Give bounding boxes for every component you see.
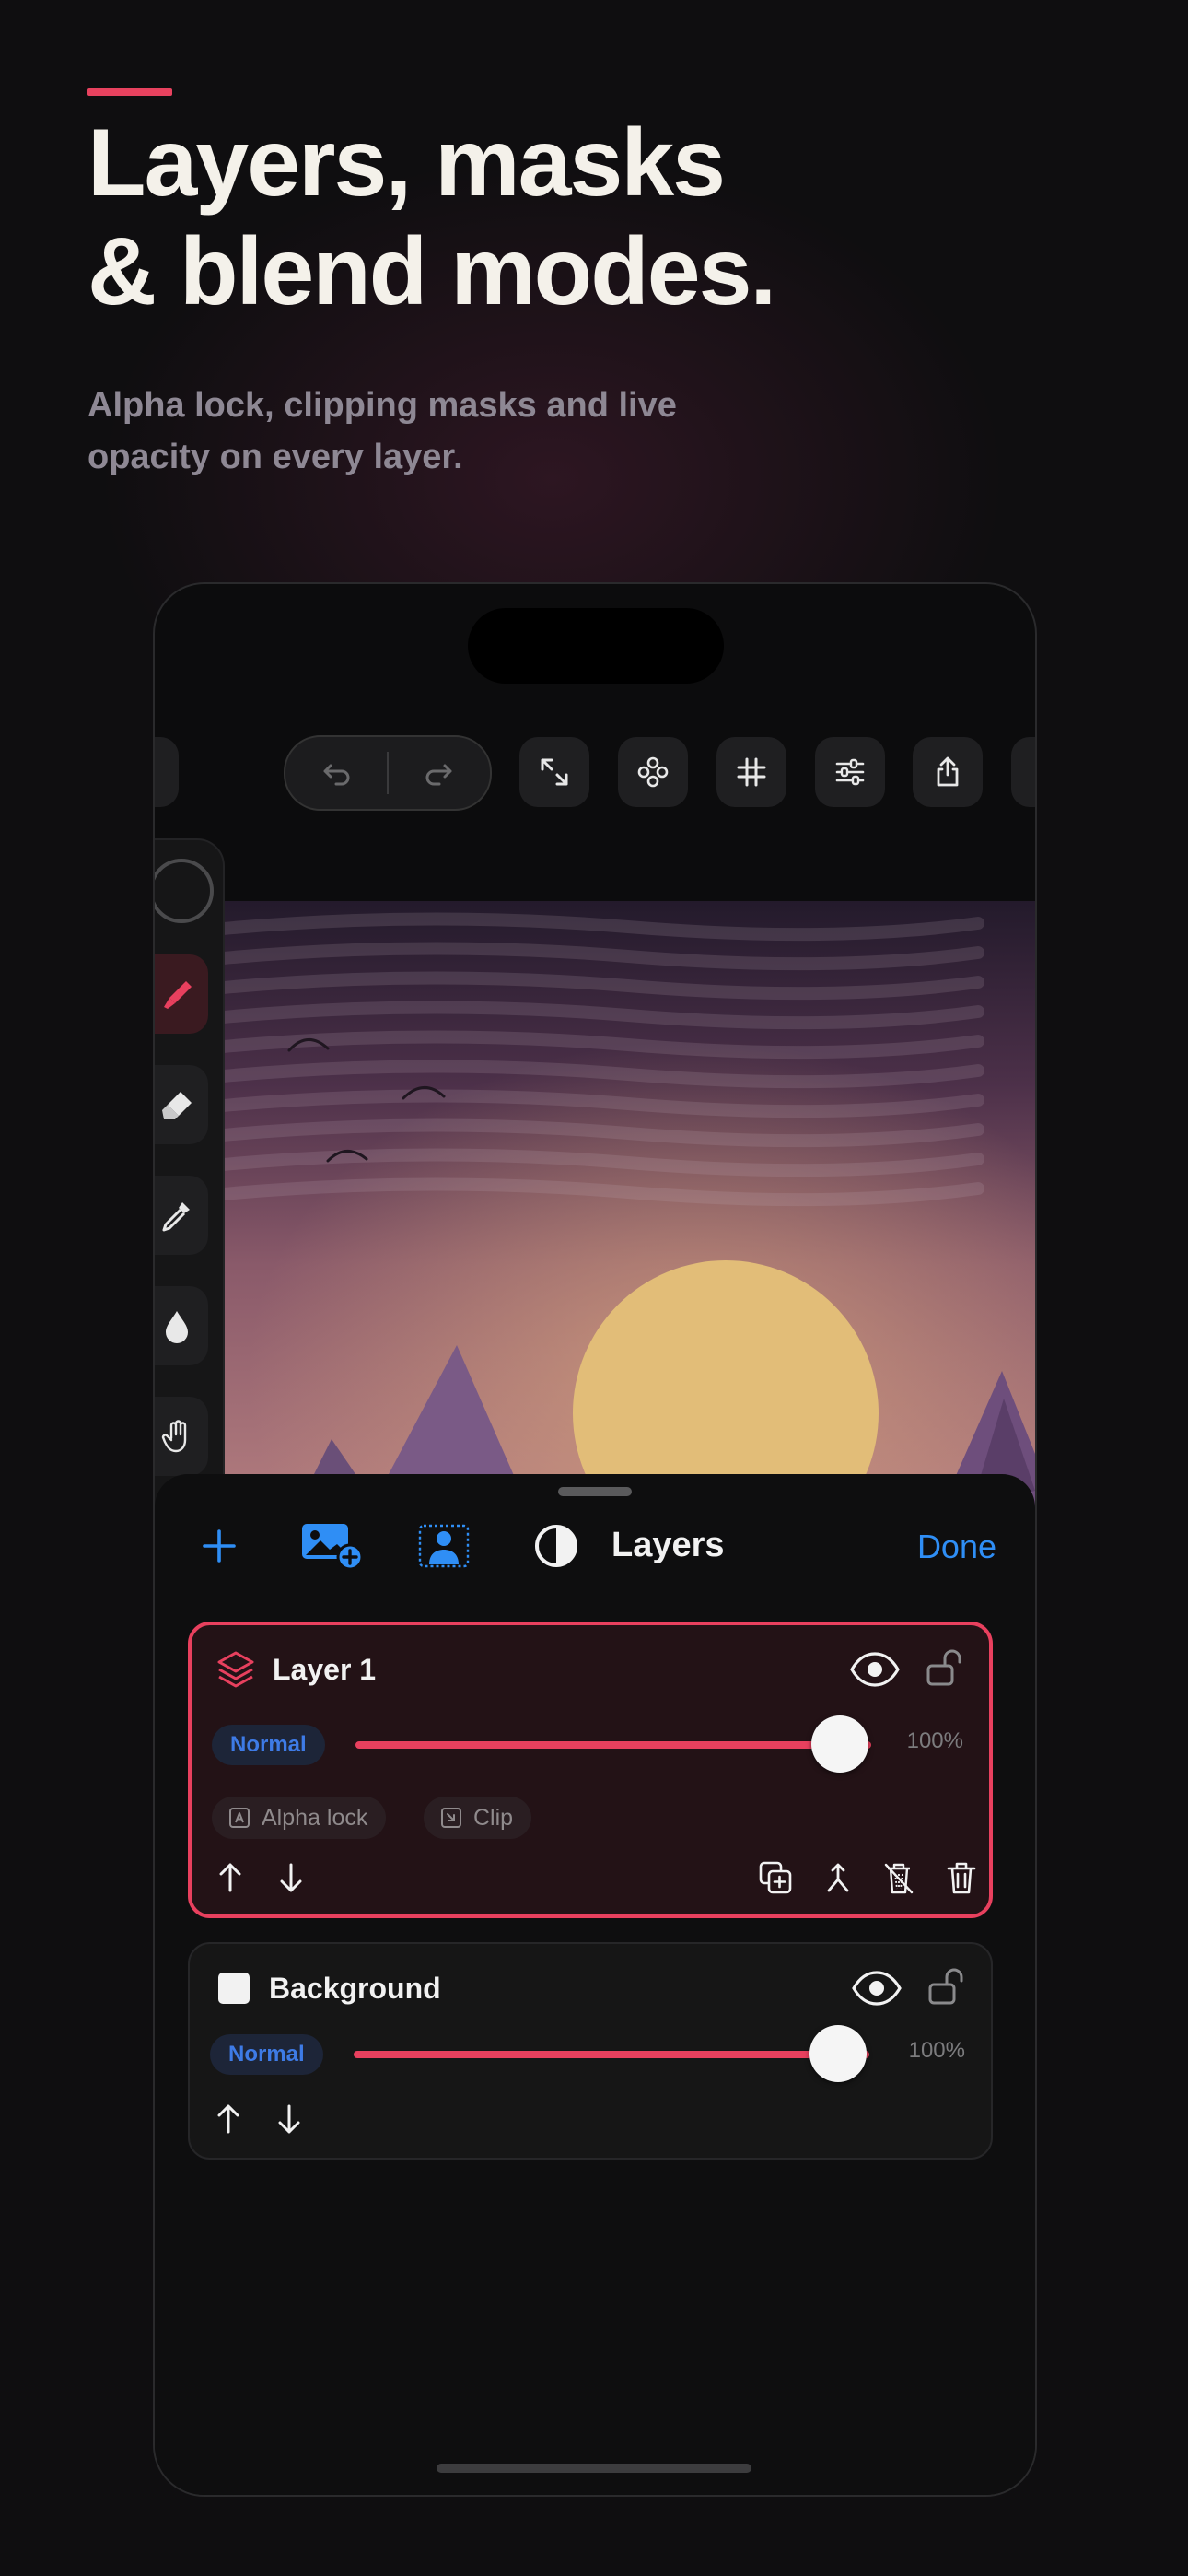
merge-down-icon — [827, 1863, 849, 1892]
sheet-grabber[interactable] — [558, 1487, 632, 1496]
move-layer-down-button[interactable] — [273, 1859, 309, 1896]
accent-bar — [87, 88, 172, 96]
contrast-icon — [535, 1525, 577, 1567]
contrast-button[interactable] — [530, 1520, 582, 1572]
layer-name[interactable]: Background — [269, 1972, 441, 2006]
alpha-lock-icon — [229, 1808, 250, 1828]
grid-button[interactable] — [716, 737, 786, 807]
eraser-icon — [162, 1092, 192, 1119]
drawing-canvas[interactable] — [223, 901, 1035, 1509]
hand-tool[interactable] — [155, 1397, 208, 1476]
brush-tool[interactable] — [155, 954, 208, 1034]
smudge-tool[interactable] — [155, 1286, 208, 1365]
fullscreen-icon — [541, 758, 568, 786]
delete-icon — [947, 1862, 976, 1894]
arrow-up-icon — [217, 2104, 239, 2134]
reference-button[interactable] — [618, 737, 688, 807]
color-swatch[interactable] — [155, 859, 214, 923]
brush-icon — [164, 981, 192, 1009]
duplicate-layer-button[interactable] — [755, 1857, 796, 1898]
unlock-icon[interactable] — [925, 1645, 965, 1690]
layer-row-background[interactable]: Background Normal 100% — [188, 1942, 993, 2160]
promo-headline: Layers, masks & blend modes. — [87, 109, 776, 326]
move-layer-up-button[interactable] — [210, 2101, 247, 2137]
redo-button[interactable] — [389, 737, 490, 809]
visibility-eye-icon[interactable] — [849, 1649, 901, 1690]
redo-icon — [425, 764, 452, 786]
eyedropper-icon — [162, 1202, 190, 1232]
hand-icon — [161, 1420, 187, 1453]
subject-mask-icon — [418, 1524, 470, 1568]
headline-line-1: Layers, masks — [87, 110, 726, 217]
promo-subhead: Alpha lock, clipping masks and live opac… — [87, 386, 677, 476]
eraser-tool[interactable] — [155, 1065, 208, 1144]
arrow-down-icon — [280, 1863, 302, 1892]
undo-button[interactable] — [285, 737, 387, 809]
layer-thumbnail — [214, 1968, 254, 2008]
opacity-value: 100% — [906, 1728, 963, 1753]
phone-frame: Layers Done — [153, 582, 1037, 2497]
home-indicator — [437, 2464, 751, 2473]
dynamic-island — [468, 608, 724, 684]
visibility-eye-icon[interactable] — [851, 1968, 903, 2008]
undo-redo-group — [284, 735, 492, 811]
merge-down-button[interactable] — [818, 1857, 858, 1898]
duplicate-icon — [759, 1861, 792, 1894]
share-icon — [937, 756, 959, 787]
share-button[interactable] — [913, 737, 983, 807]
settings-button[interactable] — [1011, 737, 1037, 807]
clip-toggle[interactable]: Clip — [424, 1797, 532, 1839]
layer-name[interactable]: Layer 1 — [273, 1653, 376, 1687]
toolbar-partial-button[interactable] — [155, 737, 179, 807]
arrow-down-icon — [278, 2104, 300, 2134]
add-layer-button[interactable] — [193, 1520, 245, 1572]
opacity-value: 100% — [908, 2038, 965, 2063]
smudge-icon — [166, 1311, 188, 1343]
blend-mode-button[interactable]: Normal — [210, 2034, 323, 2075]
clear-layer-button[interactable] — [879, 1857, 919, 1898]
move-layer-up-button[interactable] — [212, 1859, 249, 1896]
adjustments-icon — [835, 758, 865, 786]
undo-icon — [323, 764, 350, 786]
clip-label: Clip — [473, 1805, 514, 1831]
arrow-up-icon — [219, 1863, 241, 1892]
alpha-lock-toggle[interactable]: Alpha lock — [212, 1797, 387, 1839]
clear-icon — [884, 1863, 914, 1894]
import-image-button[interactable] — [300, 1520, 365, 1572]
clip-icon — [441, 1808, 461, 1828]
move-layer-down-button[interactable] — [271, 2101, 308, 2137]
layer-row-layer-1[interactable]: Layer 1 Normal 100% Alpha lock Clip — [188, 1622, 993, 1918]
alpha-lock-label: Alpha lock — [262, 1805, 368, 1831]
layer-stack-icon — [215, 1649, 256, 1690]
opacity-slider-track[interactable] — [354, 2051, 869, 2058]
opacity-slider-thumb[interactable] — [809, 2025, 868, 2082]
headline-line-2: & blend modes. — [87, 218, 776, 325]
opacity-slider-thumb[interactable] — [811, 1715, 869, 1773]
layers-panel-header: Layers Done — [155, 1502, 1035, 1590]
subject-mask-button[interactable] — [416, 1520, 472, 1572]
reference-icon — [637, 756, 669, 788]
add-layer-icon — [203, 1529, 236, 1563]
grid-icon — [737, 757, 766, 787]
delete-layer-button[interactable] — [941, 1857, 982, 1898]
adjustments-button[interactable] — [815, 737, 885, 807]
unlock-icon[interactable] — [926, 1964, 967, 2008]
import-image-icon — [302, 1524, 364, 1570]
fullscreen-button[interactable] — [519, 737, 589, 807]
blend-mode-button[interactable]: Normal — [212, 1725, 325, 1765]
eyedropper-tool[interactable] — [155, 1176, 208, 1255]
canvas-artwork — [223, 901, 1035, 1509]
opacity-slider-track[interactable] — [355, 1741, 871, 1749]
done-button[interactable]: Done — [917, 1528, 996, 1566]
settings-icon — [1029, 755, 1037, 790]
layers-panel-title: Layers — [611, 1526, 725, 1564]
